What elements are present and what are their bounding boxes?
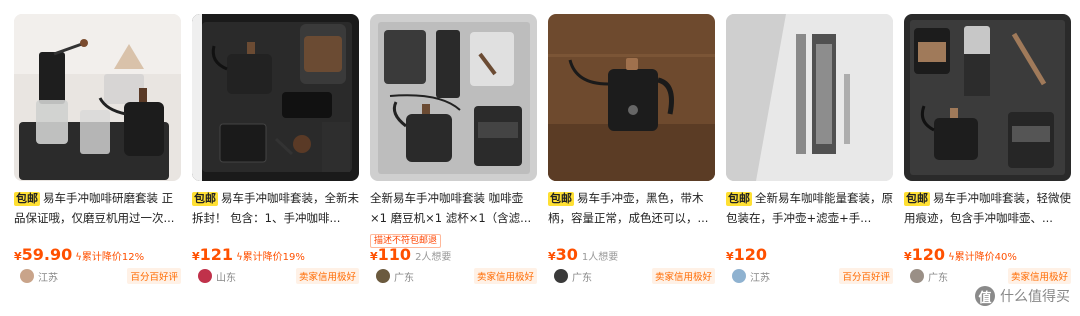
price-row: ¥ 121 ϟ累计降价19% bbox=[192, 245, 305, 264]
listing-title[interactable]: 全新易车手冲咖啡套装 咖啡壶×1 磨豆机×1 滤杯×1（含滤... bbox=[370, 188, 537, 228]
want-count: 2人想要 bbox=[415, 252, 452, 263]
price-row: ¥ 30 1人想要 bbox=[548, 245, 618, 264]
price-value: 59.90 bbox=[21, 245, 73, 264]
free-shipping-tag: 包邮 bbox=[14, 192, 40, 206]
currency-symbol: ¥ bbox=[726, 250, 734, 263]
seller-row: 山东 卖家信用极好 bbox=[198, 268, 359, 284]
listing-title[interactable]: 包邮 易车手冲壶，黑色，带木柄，容量正常，成色还可以，... bbox=[548, 188, 715, 228]
product-photo-grinder-set bbox=[14, 14, 181, 181]
product-photo-boxed-set bbox=[192, 14, 359, 181]
seller-badge: 百分百好评 bbox=[127, 268, 181, 284]
price-value: 120 bbox=[733, 245, 768, 264]
product-photo-kit-box bbox=[370, 14, 537, 181]
listing-title[interactable]: 包邮 易车手冲咖啡套装，全新未拆封！ 包含：1、手冲咖啡... bbox=[192, 188, 359, 228]
price-drop-text: 累计降价19% bbox=[242, 252, 305, 263]
product-photo-packaging bbox=[726, 14, 893, 181]
product-image[interactable] bbox=[904, 14, 1071, 181]
listing-card[interactable]: 包邮 易车手冲咖啡套装，全新未拆封！ 包含：1、手冲咖啡... ¥ 121 ϟ累计… bbox=[192, 14, 359, 294]
seller-region: 广东 bbox=[572, 272, 592, 284]
price-row: ¥ 110 2人想要 bbox=[370, 245, 451, 264]
avatar[interactable] bbox=[198, 269, 212, 283]
currency-symbol: ¥ bbox=[192, 250, 200, 263]
seller-region: 广东 bbox=[928, 272, 948, 284]
seller-region: 山东 bbox=[216, 272, 236, 284]
price-value: 121 bbox=[199, 245, 234, 264]
free-shipping-tag: 包邮 bbox=[726, 192, 752, 206]
seller-region: 江苏 bbox=[750, 272, 770, 284]
product-image[interactable] bbox=[726, 14, 893, 181]
price-drop-text: 累计降价12% bbox=[81, 252, 145, 263]
avatar[interactable] bbox=[554, 269, 568, 283]
listing-title-text: 全新易车手冲咖啡套装 咖啡壶×1 磨豆机×1 滤杯×1（含滤... bbox=[370, 191, 532, 225]
price-row: ¥ 120 ϟ累计降价40% bbox=[904, 245, 1017, 264]
product-image[interactable] bbox=[192, 14, 359, 181]
listing-card[interactable]: 包邮 易车手冲壶，黑色，带木柄，容量正常，成色还可以，... ¥ 30 1人想要 … bbox=[548, 14, 715, 294]
avatar[interactable] bbox=[910, 269, 924, 283]
listing-card[interactable]: 包邮 全新易车咖啡能量套装，原包装在，手冲壶+滤壶+手... ¥ 120 江苏 百… bbox=[726, 14, 893, 294]
seller-row: 广东 卖家信用极好 bbox=[554, 268, 715, 284]
free-shipping-tag: 包邮 bbox=[192, 192, 218, 206]
free-shipping-tag: 包邮 bbox=[904, 192, 930, 206]
product-image[interactable] bbox=[548, 14, 715, 181]
avatar[interactable] bbox=[20, 269, 34, 283]
price-value: 30 bbox=[555, 245, 578, 264]
watermark-text: 什么值得买 bbox=[1000, 289, 1070, 305]
lightning-icon: ϟ bbox=[75, 252, 82, 263]
product-image[interactable] bbox=[370, 14, 537, 181]
listing-title[interactable]: 包邮 易车手冲咖啡研磨套装 正品保证哦，仅磨豆机用过一次... bbox=[14, 188, 181, 228]
seller-region: 广东 bbox=[394, 272, 414, 284]
listing-title[interactable]: 包邮 全新易车咖啡能量套装，原包装在，手冲壶+滤壶+手... bbox=[726, 188, 893, 228]
seller-row: 广东 卖家信用极好 bbox=[910, 268, 1071, 284]
product-image[interactable] bbox=[14, 14, 181, 181]
lightning-icon: ϟ bbox=[236, 252, 243, 263]
price-drop-text: 累计降价40% bbox=[954, 252, 1017, 263]
seller-badge: 卖家信用极好 bbox=[473, 268, 537, 284]
listing-title[interactable]: 包邮 易车手冲咖啡套装，轻微使用痕迹，包含手冲咖啡壶、... bbox=[904, 188, 1071, 228]
listing-card[interactable]: 包邮 易车手冲咖啡研磨套装 正品保证哦，仅磨豆机用过一次... ¥ 59.90 ϟ… bbox=[14, 14, 181, 294]
product-photo-kettle bbox=[548, 14, 715, 181]
free-shipping-tag: 包邮 bbox=[548, 192, 574, 206]
seller-row: 江苏 百分百好评 bbox=[732, 268, 893, 284]
listing-grid: 包邮 易车手冲咖啡研磨套装 正品保证哦，仅磨豆机用过一次... ¥ 59.90 ϟ… bbox=[14, 14, 1071, 294]
price-row: ¥ 59.90 ϟ累计降价12% bbox=[14, 245, 144, 264]
price-value: 110 bbox=[377, 245, 412, 264]
price-drop: ϟ累计降价12% bbox=[75, 248, 144, 263]
seller-badge: 百分百好评 bbox=[839, 268, 893, 284]
seller-badge: 卖家信用极好 bbox=[651, 268, 715, 284]
price-value: 120 bbox=[911, 245, 946, 264]
price-drop: ϟ累计降价40% bbox=[948, 248, 1017, 263]
price-drop: ϟ累计降价19% bbox=[236, 248, 305, 263]
price-row: ¥ 120 bbox=[726, 245, 767, 264]
currency-symbol: ¥ bbox=[904, 250, 912, 263]
want-count: 1人想要 bbox=[581, 252, 619, 263]
seller-badge: 卖家信用极好 bbox=[1007, 268, 1071, 284]
listing-card[interactable]: 包邮 易车手冲咖啡套装，轻微使用痕迹，包含手冲咖啡壶、... ¥ 120 ϟ累计降… bbox=[904, 14, 1071, 294]
listing-card[interactable]: 全新易车手冲咖啡套装 咖啡壶×1 磨豆机×1 滤杯×1（含滤... 描述不符包邮… bbox=[370, 14, 537, 294]
seller-badge: 卖家信用极好 bbox=[295, 268, 359, 284]
site-watermark: 值 什么值得买 bbox=[975, 286, 1070, 306]
avatar[interactable] bbox=[732, 269, 746, 283]
currency-symbol: ¥ bbox=[14, 250, 22, 263]
seller-row: 广东 卖家信用极好 bbox=[376, 268, 537, 284]
avatar[interactable] bbox=[376, 269, 390, 283]
smzdm-logo-icon: 值 bbox=[975, 286, 995, 306]
lightning-icon: ϟ bbox=[948, 252, 955, 263]
product-photo-full-set bbox=[904, 14, 1071, 181]
currency-symbol: ¥ bbox=[370, 250, 378, 263]
currency-symbol: ¥ bbox=[548, 250, 556, 263]
seller-row: 江苏 百分百好评 bbox=[20, 268, 181, 284]
seller-region: 江苏 bbox=[38, 272, 58, 284]
